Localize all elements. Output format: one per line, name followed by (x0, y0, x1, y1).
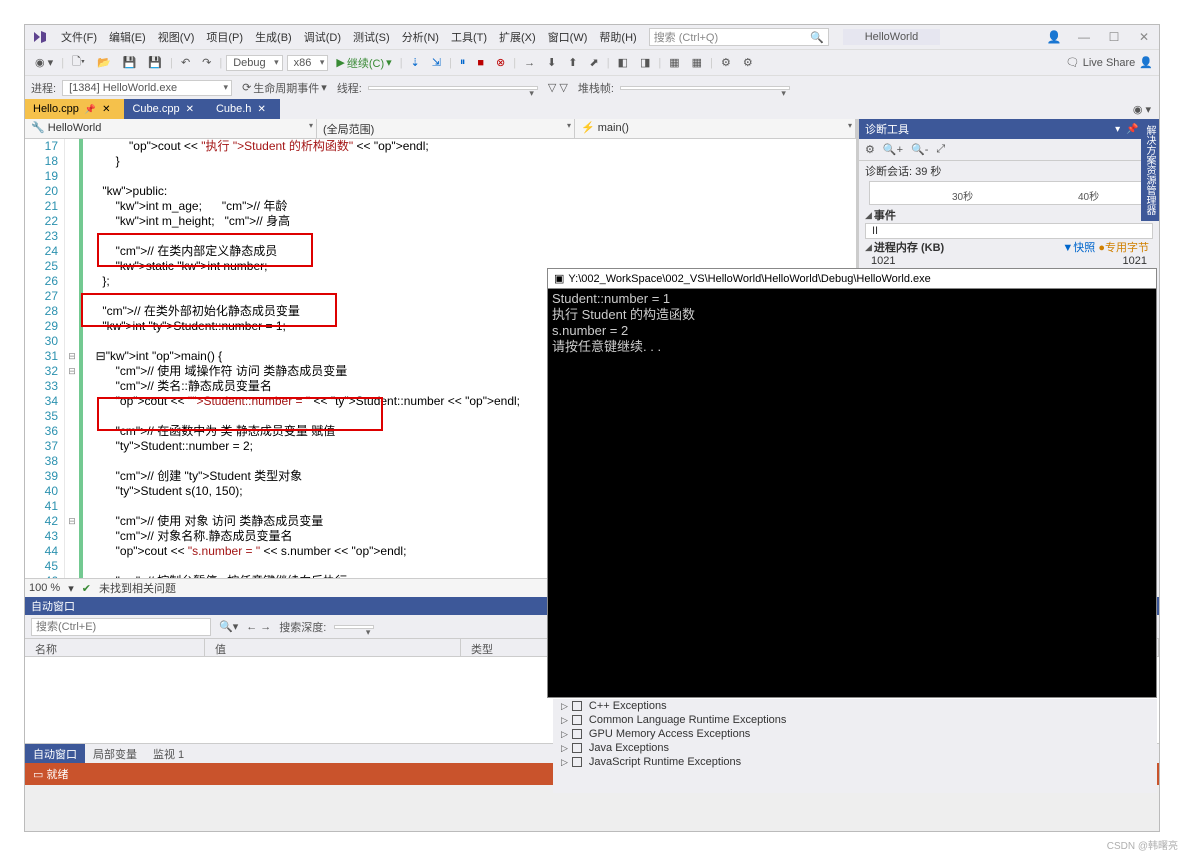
document-tabs: Hello.cpp📌✕Cube.cpp✕Cube.h✕ ◉ ▾ (25, 99, 1159, 119)
auto-search-input[interactable] (31, 618, 211, 636)
continue-button[interactable]: ▶ 继续(C) ▾ (332, 53, 395, 73)
menu-item[interactable]: 分析(N) (396, 25, 445, 49)
process-dropdown[interactable]: [1384] HelloWorld.exe (62, 80, 232, 96)
menu-item[interactable]: 调试(D) (298, 25, 347, 49)
watermark: CSDN @韩曙亮 (1107, 837, 1178, 852)
document-tab[interactable]: Hello.cpp📌✕ (25, 99, 124, 119)
minimize-button[interactable]: — (1069, 30, 1099, 44)
config-dropdown[interactable]: Debug (226, 55, 282, 71)
menu-item[interactable]: 编辑(E) (103, 25, 152, 49)
save-all-button[interactable]: 💾 (144, 54, 166, 71)
menu-item[interactable]: 窗口(W) (542, 25, 594, 49)
quick-search-input[interactable]: 搜索 (Ctrl+Q) 🔍 (649, 28, 829, 46)
menu-item[interactable]: 文件(F) (55, 25, 103, 49)
menu-item[interactable]: 视图(V) (152, 25, 201, 49)
save-button[interactable]: 💾 (119, 54, 141, 71)
document-tab[interactable]: Cube.h✕ (208, 99, 280, 119)
no-issues-icon: ✔ (82, 582, 91, 595)
exception-row[interactable]: Common Language Runtime Exceptions (553, 713, 1157, 727)
nav-back-button[interactable]: ◉ ▾ (31, 54, 57, 71)
console-window[interactable]: ▣ Y:\002_WorkSpace\002_VS\HelloWorld\Hel… (547, 268, 1157, 698)
menu-item[interactable]: 工具(T) (445, 25, 493, 49)
account-icon[interactable]: 👤 (1039, 30, 1069, 44)
highlight-box-1 (97, 233, 313, 267)
vs-logo-icon (25, 29, 55, 45)
stackframe-dropdown[interactable] (620, 86, 790, 90)
solution-explorer-tool[interactable]: 解决方案资源管理器 (1141, 119, 1159, 221)
diag-timeline[interactable]: 30秒 40秒 (869, 181, 1149, 205)
title-bar: 文件(F)编辑(E)视图(V)项目(P)生成(B)调试(D)测试(S)分析(N)… (25, 25, 1159, 49)
diagnostics-toolbar: ⚙ 🔍+ 🔍- ⤢ (859, 139, 1159, 161)
nav-member[interactable]: ⚡ main() (575, 119, 856, 138)
main-toolbar: ◉ ▾ | 🗋▾ 📂 💾 💾 | ↶ ↷ | Debug x86 ▶ 继续(C)… (25, 49, 1159, 75)
console-icon: ▣ (554, 272, 564, 285)
feedback-icon[interactable]: 👤 (1139, 56, 1153, 69)
close-button[interactable]: ✕ (1129, 30, 1159, 44)
exception-settings-panel[interactable]: C++ ExceptionsCommon Language Runtime Ex… (553, 699, 1157, 793)
highlight-box-2 (81, 293, 337, 327)
zoom-in-icon[interactable]: 🔍+ (883, 143, 903, 156)
exception-row[interactable]: Java Exceptions (553, 741, 1157, 755)
redo-button[interactable]: ↷ (198, 54, 215, 71)
reset-icon[interactable]: ⤢ (936, 143, 945, 156)
zoom-out-icon[interactable]: 🔍- (911, 143, 928, 156)
menu-item[interactable]: 项目(P) (200, 25, 249, 49)
debug-toolbar: 进程: [1384] HelloWorld.exe ⟳ 生命周期事件 ▾ 线程:… (25, 75, 1159, 99)
nav-project[interactable]: 🔧 HelloWorld (25, 119, 317, 138)
exception-row[interactable]: GPU Memory Access Exceptions (553, 727, 1157, 741)
tab-overflow[interactable]: ◉ ▾ (1125, 99, 1159, 119)
menu-item[interactable]: 帮助(H) (593, 25, 642, 49)
bottom-tab[interactable]: 自动窗口 (25, 744, 85, 763)
highlight-box-3 (97, 397, 383, 431)
maximize-button[interactable]: ☐ (1099, 30, 1129, 44)
new-item-button[interactable]: 🗋▾ (68, 51, 89, 74)
bottom-tab[interactable]: 局部变量 (85, 744, 145, 763)
nav-scope[interactable]: (全局范围) (317, 119, 575, 138)
thread-dropdown[interactable] (368, 86, 538, 90)
step-button[interactable]: ⇣ (407, 54, 424, 71)
platform-dropdown[interactable]: x86 (287, 55, 329, 71)
document-tab[interactable]: Cube.cpp✕ (124, 99, 207, 119)
solution-name: HelloWorld (843, 29, 941, 45)
search-icon: 🔍 (810, 31, 824, 44)
status-ready-icon: ▭ (33, 768, 43, 781)
code-navbar: 🔧 HelloWorld (全局范围) ⚡ main() (25, 119, 856, 139)
exception-row[interactable]: C++ Exceptions (553, 699, 1157, 713)
bottom-tab[interactable]: 监视 1 (145, 744, 192, 763)
diagnostics-header: 诊断工具 ▾📌✕ (859, 119, 1159, 139)
gear-icon[interactable]: ⚙ (865, 143, 875, 156)
open-button[interactable]: 📂 (93, 54, 115, 71)
live-share-button[interactable]: 🗨 Live Share (1066, 56, 1136, 69)
undo-button[interactable]: ↶ (177, 54, 194, 71)
menu-item[interactable]: 生成(B) (249, 25, 298, 49)
exception-row[interactable]: JavaScript Runtime Exceptions (553, 755, 1157, 769)
zoom-level[interactable]: 100 % (29, 582, 60, 594)
menu-item[interactable]: 测试(S) (347, 25, 396, 49)
pause-icon: II (872, 225, 878, 237)
menu-item[interactable]: 扩展(X) (493, 25, 542, 49)
diag-session-label: 诊断会话: 39 秒 (865, 163, 1153, 179)
